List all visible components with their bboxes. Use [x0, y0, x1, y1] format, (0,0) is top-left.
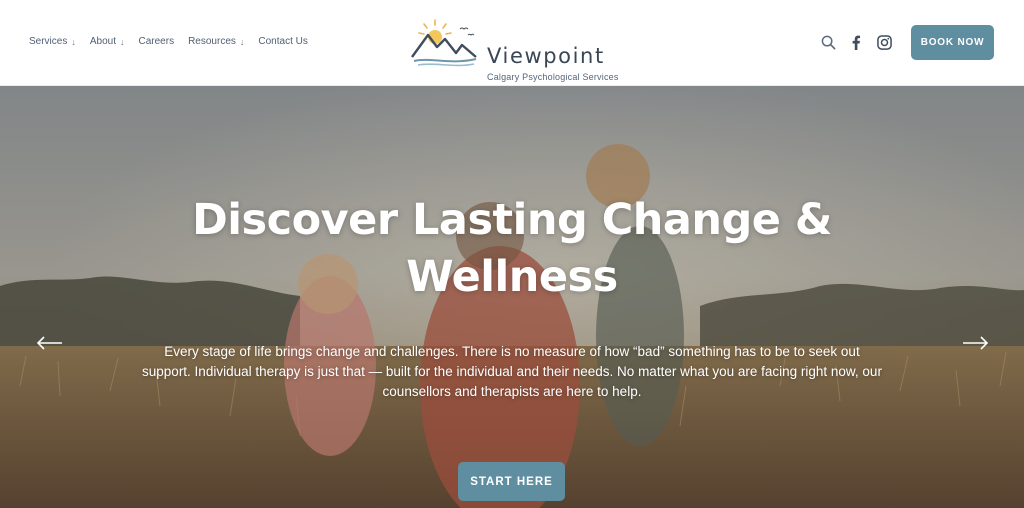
nav-item-label: About — [89, 36, 116, 47]
arrow-down-icon: ↓ — [120, 36, 125, 47]
arrow-down-icon: ↓ — [239, 36, 245, 47]
hero-section: Discover Lasting Change & Wellness Every… — [0, 86, 1024, 508]
site-header: Services ↓ About ↓ Careers Resources ↓ C… — [0, 0, 1024, 86]
search-icon[interactable] — [817, 32, 839, 54]
hero-description: Every stage of life brings change and ch… — [142, 344, 882, 399]
slider-next-arrow-icon[interactable] — [961, 336, 989, 355]
logo-title: Viewpoint — [487, 44, 605, 68]
nav-item-label: Contact Us — [258, 36, 308, 47]
nav-item-resources[interactable]: Resources ↓ — [188, 36, 244, 47]
hero-title: Discover Lasting Change & Wellness — [192, 195, 832, 302]
start-here-button[interactable]: START HERE — [458, 462, 565, 501]
nav-item-services[interactable]: Services ↓ — [29, 36, 76, 47]
site-logo[interactable]: Viewpoint Calgary Psychological Services — [410, 17, 620, 82]
instagram-icon[interactable] — [873, 32, 895, 54]
nav-item-about[interactable]: About ↓ — [90, 36, 125, 47]
header-actions: BOOK NOW — [817, 25, 994, 60]
book-now-button[interactable]: BOOK NOW — [911, 25, 994, 60]
nav-item-careers[interactable]: Careers — [139, 36, 175, 47]
nav-item-label: Services — [29, 36, 68, 47]
logo-subtitle: Calgary Psychological Services — [487, 72, 619, 82]
nav-item-label: Resources — [188, 36, 236, 47]
facebook-icon[interactable] — [845, 32, 867, 54]
main-nav: Services ↓ About ↓ Careers Resources ↓ C… — [29, 36, 322, 47]
nav-item-contact-us[interactable]: Contact Us — [258, 36, 307, 47]
slider-prev-arrow-icon[interactable] — [36, 336, 64, 355]
nav-item-label: Careers — [138, 36, 175, 47]
arrow-down-icon: ↓ — [71, 36, 76, 47]
logo-mountain-sun-icon — [411, 19, 477, 67]
